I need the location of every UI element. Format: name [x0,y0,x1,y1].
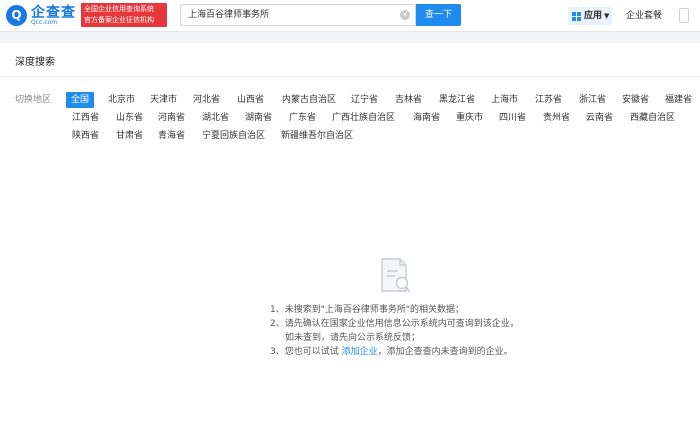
logo-domain: Qcc.com [31,19,58,26]
region-item[interactable]: 广西壮族自治区 [332,110,395,126]
region-item[interactable]: 湖南省 [245,110,272,126]
region-item[interactable]: 陕西省 [72,128,99,144]
region-item[interactable]: 云南省 [586,110,613,126]
divider [0,76,700,77]
logo-mark-icon: Q [6,5,27,26]
qcc-logo[interactable]: Q 企查查 Qcc.com [6,5,82,27]
search-input[interactable]: 上海百谷律师事务所 ✕ [180,4,416,26]
region-item[interactable]: 贵州省 [543,110,570,126]
enterprise-suite-link[interactable]: 企业套餐 [626,8,662,24]
region-item[interactable]: 福建省 [665,92,692,108]
empty-line-4-suffix: ，添加企查查内未查询到的企业。 [377,347,513,357]
empty-result-message: 1、未搜索到"上海百谷律师事务所"的相关数据； 2、请先确认在国家企业信用信息公… [270,303,519,359]
region-item[interactable]: 河北省 [193,92,220,108]
apps-label: 应用 [584,11,603,21]
grid-icon [572,12,581,21]
search-panel: 深度搜索 切换地区 全国 北京市 天津市 河北省 山西省 内蒙古自治区 辽宁省 吉林省 黑龙江省… [0,43,700,425]
region-item[interactable]: 山东省 [116,110,143,126]
region-item[interactable]: 山西省 [237,92,264,108]
region-item[interactable]: 吉林省 [395,92,422,108]
region-item[interactable]: 天津市 [150,92,177,108]
official-badge: 全国企业信用查询系统 官方备案企业征信机构 [81,3,167,27]
empty-line-3: 如未查到，请先向公示系统反馈； [285,333,421,343]
region-item[interactable]: 北京市 [108,92,135,108]
region-item[interactable]: 江西省 [72,110,99,126]
region-item[interactable]: 西藏自治区 [630,110,675,126]
region-item[interactable]: 辽宁省 [351,92,378,108]
add-company-link[interactable]: 添加企业 [342,347,378,357]
apps-menu-button[interactable]: 应用 ▼ [568,7,612,25]
top-header: Q 企查查 Qcc.com 全国企业信用查询系统 官方备案企业征信机构 上海百谷… [0,0,700,32]
region-item[interactable]: 四川省 [499,110,526,126]
region-item[interactable]: 江苏省 [535,92,562,108]
region-item[interactable]: 黑龙江省 [439,92,475,108]
region-item[interactable]: 海南省 [413,110,440,126]
region-item[interactable]: 安徽省 [622,92,649,108]
mobile-app-icon[interactable] [679,8,689,23]
region-item[interactable]: 上海市 [491,92,518,108]
caret-down-icon: ▼ [604,12,610,20]
region-item[interactable]: 广东省 [289,110,316,126]
badge-line-2: 官方备案企业征信机构 [84,16,154,24]
region-item[interactable]: 宁夏回族自治区 [202,128,265,144]
empty-line-1: 1、未搜索到"上海百谷律师事务所"的相关数据； [270,305,465,315]
region-item[interactable]: 浙江省 [579,92,606,108]
region-item[interactable]: 内蒙古自治区 [282,92,336,108]
empty-line-4: 3、您也可以试试 添加企业，添加企查查内未查询到的企业。 [270,345,519,359]
region-item[interactable]: 甘肃省 [116,128,143,144]
switch-region-label: 切换地区 [15,95,52,105]
empty-line-4-prefix: 3、您也可以试试 [270,347,342,357]
search-button[interactable]: 查一下 [416,4,461,26]
badge-line-1: 全国企业信用查询系统 [84,5,154,13]
clear-icon[interactable]: ✕ [400,10,410,20]
region-item[interactable]: 重庆市 [456,110,483,126]
empty-line-2: 2、请先确认在国家企业信用信息公示系统内可查询到该企业， [270,319,519,329]
no-result-document-icon [381,258,411,293]
region-item[interactable]: 新疆维吾尔自治区 [281,128,353,144]
search-input-value[interactable]: 上海百谷律师事务所 [188,5,269,25]
region-item[interactable]: 全国 [66,92,95,108]
region-item[interactable]: 河南省 [158,110,185,126]
section-title: 深度搜索 [15,57,55,68]
region-item[interactable]: 青海省 [158,128,185,144]
region-item[interactable]: 湖北省 [202,110,229,126]
